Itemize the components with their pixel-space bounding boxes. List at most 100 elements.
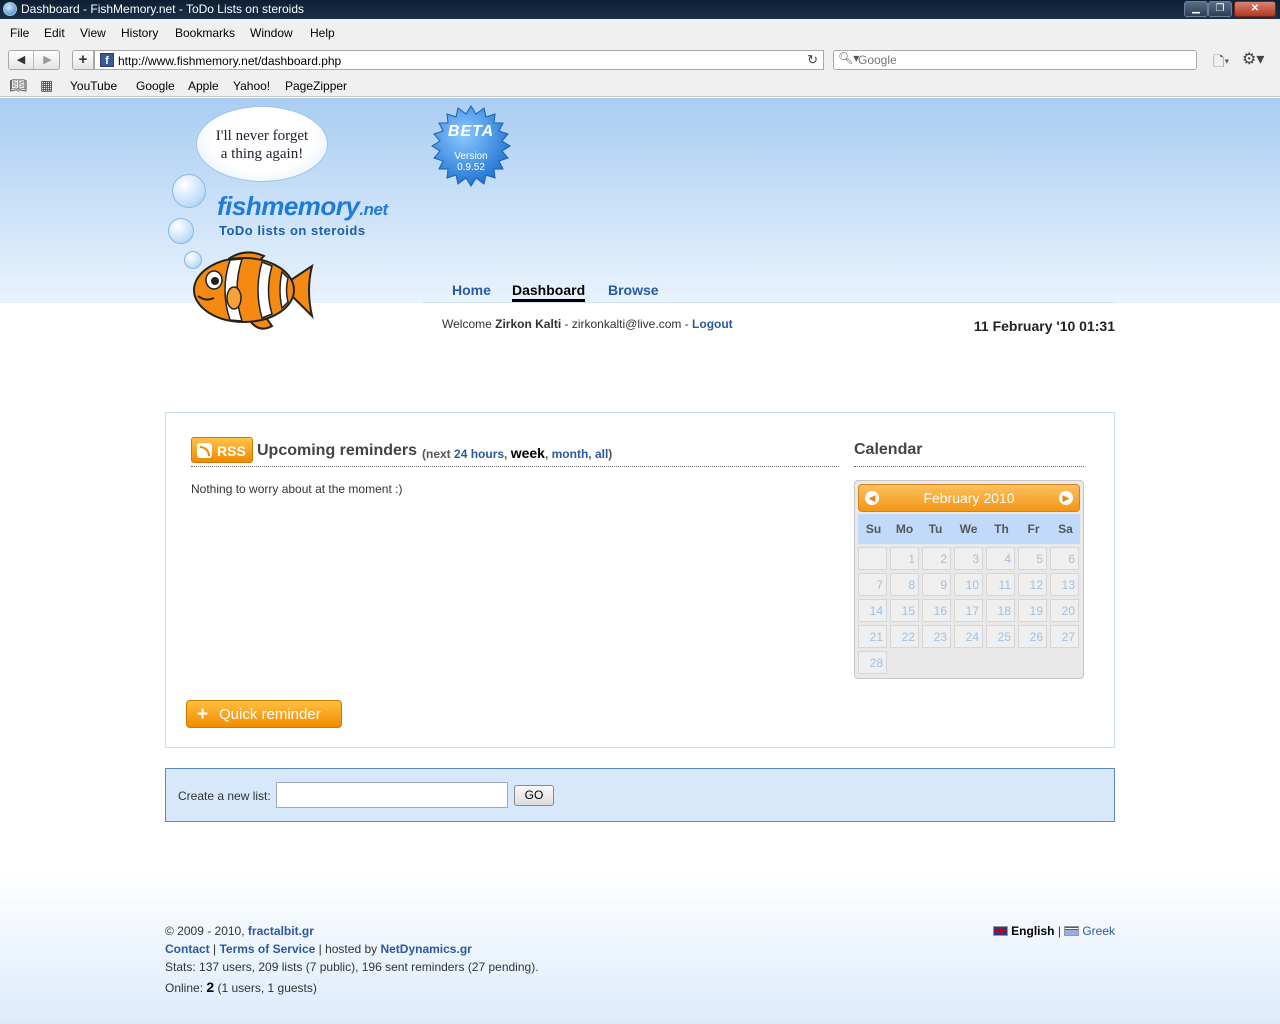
menu-history[interactable]: History bbox=[121, 26, 158, 40]
filter-24-hours[interactable]: 24 hours bbox=[454, 447, 504, 461]
menu-window[interactable]: Window bbox=[250, 26, 293, 40]
calendar-day[interactable]: 20 bbox=[1050, 599, 1079, 622]
site-logo[interactable]: fishmemory.net bbox=[217, 191, 388, 222]
online-detail: (1 users, 1 guests) bbox=[214, 981, 317, 995]
page-menu-icon[interactable]: 🗋▾ bbox=[1213, 51, 1229, 75]
close-button[interactable]: ✕ bbox=[1234, 1, 1276, 17]
lang-greek[interactable]: Greek bbox=[1082, 924, 1115, 938]
address-bar[interactable]: f http://www.fishmemory.net/dashboard.ph… bbox=[94, 50, 824, 70]
calendar-day[interactable]: 9 bbox=[922, 573, 951, 596]
hosted-by-text: | hosted by bbox=[315, 942, 381, 956]
arrow-right-icon[interactable]: ▶ bbox=[1059, 491, 1073, 505]
calendar-weekdays: Su Mo Tu We Th Fr Sa bbox=[858, 514, 1080, 544]
logout-link[interactable]: Logout bbox=[692, 317, 733, 331]
calendar-day[interactable]: 5 bbox=[1018, 547, 1047, 570]
rss-label: RSS bbox=[217, 443, 246, 459]
maximize-button[interactable]: ❐ bbox=[1208, 1, 1232, 17]
calendar-day[interactable]: 18 bbox=[986, 599, 1015, 622]
address-url[interactable]: http://www.fishmemory.net/dashboard.php bbox=[118, 54, 341, 68]
reload-icon[interactable]: ↻ bbox=[807, 52, 818, 68]
weekday-sa: Sa bbox=[1058, 522, 1073, 536]
menu-help[interactable]: Help bbox=[310, 26, 335, 40]
nav-dashboard[interactable]: Dashboard bbox=[512, 282, 586, 302]
menu-bookmarks[interactable]: Bookmarks bbox=[175, 26, 235, 40]
beta-version: Version 0.9.52 bbox=[430, 151, 512, 173]
grid-icon[interactable]: ▦ bbox=[40, 77, 53, 94]
netdynamics-link[interactable]: NetDynamics.gr bbox=[380, 942, 471, 956]
calendar-day[interactable]: 21 bbox=[858, 625, 887, 648]
menu-edit[interactable]: Edit bbox=[44, 26, 65, 40]
search-input[interactable] bbox=[858, 52, 1188, 68]
calendar-day[interactable]: 11 bbox=[986, 573, 1015, 596]
calendar-day[interactable]: 15 bbox=[890, 599, 919, 622]
lang-english[interactable]: English bbox=[1011, 924, 1054, 938]
bookmark-pagezipper[interactable]: PageZipper bbox=[285, 79, 347, 93]
calendar-day[interactable]: 6 bbox=[1050, 547, 1079, 570]
bookmark-apple[interactable]: Apple bbox=[188, 79, 219, 93]
calendar-day[interactable]: 12 bbox=[1018, 573, 1047, 596]
filter-all[interactable]: all bbox=[595, 447, 608, 461]
footer-stats: Stats: 137 users, 209 lists (7 public), … bbox=[165, 960, 539, 974]
welcome-line: Welcome Zirkon Kalti - zirkonkalti@live.… bbox=[442, 317, 733, 331]
nav-divider bbox=[422, 302, 1115, 303]
calendar-day[interactable]: 22 bbox=[890, 625, 919, 648]
calendar-day[interactable]: 27 bbox=[1050, 625, 1079, 648]
footer-online: Online: 2 (1 users, 1 guests) bbox=[165, 979, 317, 995]
calendar-day[interactable]: 3 bbox=[954, 547, 983, 570]
menu-view[interactable]: View bbox=[80, 26, 106, 40]
forward-button[interactable]: ▶ bbox=[35, 51, 60, 69]
beta-label: BETA bbox=[447, 123, 495, 140]
logo-main: fishmemory bbox=[217, 191, 360, 221]
contact-link[interactable]: Contact bbox=[165, 942, 210, 956]
menu-file[interactable]: File bbox=[10, 26, 29, 40]
terms-link[interactable]: Terms of Service bbox=[219, 942, 315, 956]
go-button[interactable]: GO bbox=[514, 785, 554, 806]
reminders-divider bbox=[191, 466, 839, 467]
calendar-day[interactable]: 25 bbox=[986, 625, 1015, 648]
gear-icon[interactable]: ⚙▾ bbox=[1242, 49, 1264, 69]
thought-cloud: I'll never forget a thing again! bbox=[196, 106, 328, 182]
bookmark-yahoo[interactable]: Yahoo! bbox=[233, 79, 270, 93]
calendar-day[interactable]: 2 bbox=[922, 547, 951, 570]
calendar-day[interactable]: 28 bbox=[858, 651, 887, 674]
new-list-input[interactable] bbox=[276, 782, 508, 808]
calendar-day[interactable]: 23 bbox=[922, 625, 951, 648]
calendar-day[interactable]: 1 bbox=[890, 547, 919, 570]
book-icon[interactable]: 📖︎ bbox=[9, 77, 27, 94]
calendar-day[interactable]: 10 bbox=[954, 573, 983, 596]
minimize-button[interactable]: ▁ bbox=[1184, 1, 1208, 17]
quick-reminder-button[interactable]: + Quick reminder bbox=[186, 700, 342, 728]
add-bookmark-button[interactable]: + bbox=[72, 50, 94, 70]
filter-month[interactable]: month bbox=[552, 447, 589, 461]
calendar-day[interactable]: 4 bbox=[986, 547, 1015, 570]
dashboard-panel: RSS Upcoming reminders (next 24 hours, w… bbox=[165, 412, 1115, 748]
logo-tld: .net bbox=[359, 200, 388, 219]
calendar-day[interactable]: 7 bbox=[858, 573, 887, 596]
calendar-day[interactable]: 8 bbox=[890, 573, 919, 596]
calendar-day[interactable]: 16 bbox=[922, 599, 951, 622]
calendar-divider bbox=[854, 466, 1084, 467]
bookmark-google[interactable]: Google bbox=[136, 79, 175, 93]
rss-button[interactable]: RSS bbox=[191, 437, 253, 463]
cloud-line-1: I'll never forget bbox=[215, 128, 309, 144]
filter-week[interactable]: week bbox=[511, 445, 545, 461]
reminder-filters: (next 24 hours, week, month, all) bbox=[422, 445, 613, 461]
search-icon[interactable]: 🔍︎▾ bbox=[838, 51, 859, 65]
calendar-day[interactable]: 17 bbox=[954, 599, 983, 622]
calendar-day[interactable]: 19 bbox=[1018, 599, 1047, 622]
menu-bar: File Edit View History Bookmarks Window … bbox=[0, 19, 1280, 45]
calendar-day[interactable]: 24 bbox=[954, 625, 983, 648]
search-bar[interactable]: 🔍︎▾ bbox=[833, 50, 1197, 70]
language-switcher: English | Greek bbox=[993, 924, 1115, 938]
reminders-empty-message: Nothing to worry about at the moment :) bbox=[191, 482, 403, 496]
calendar-day[interactable]: 13 bbox=[1050, 573, 1079, 596]
nav-browse[interactable]: Browse bbox=[608, 282, 659, 298]
arrow-left-icon[interactable]: ◀ bbox=[865, 491, 879, 505]
fractalbit-link[interactable]: fractalbit.gr bbox=[248, 924, 314, 938]
back-button[interactable]: ◀ bbox=[9, 51, 34, 69]
calendar-day[interactable]: 14 bbox=[858, 599, 887, 622]
bookmark-youtube[interactable]: YouTube bbox=[70, 79, 117, 93]
nav-home[interactable]: Home bbox=[452, 282, 491, 298]
calendar-day[interactable]: 26 bbox=[1018, 625, 1047, 648]
weekday-we: We bbox=[959, 522, 978, 536]
